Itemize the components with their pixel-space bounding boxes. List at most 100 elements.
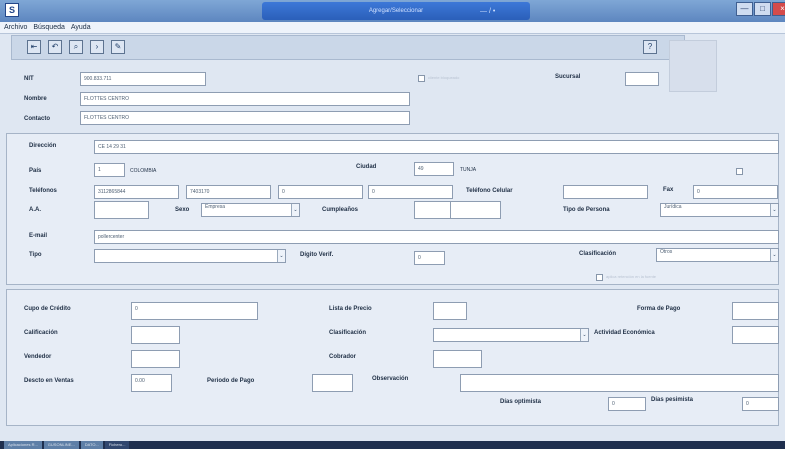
telefonos-label: Teléfonos	[29, 188, 57, 194]
direccion-field[interactable]: CE 14 29 31	[94, 140, 779, 154]
telefono-3-field[interactable]: 0	[278, 185, 363, 199]
contacto-field[interactable]: FLOTTES CENTRO	[80, 111, 410, 125]
minimize-icon[interactable]: —	[736, 2, 753, 16]
help-icon[interactable]: ?	[643, 40, 657, 54]
actividad-economica-field[interactable]	[732, 326, 779, 344]
retencion-checkbox[interactable]	[596, 274, 603, 281]
title-right-glyphs: — / •	[480, 8, 496, 15]
cupo-credito-field[interactable]: 0	[131, 302, 258, 320]
chevron-down-icon: ⌄	[277, 250, 285, 262]
sexo-label: Sexo	[175, 207, 190, 213]
aa-field[interactable]	[94, 201, 149, 219]
fax-field[interactable]: 0	[693, 185, 778, 199]
forma-pago-field[interactable]	[732, 302, 779, 320]
sexo-select-value: Empresa	[205, 204, 226, 210]
nombre-field[interactable]: FLOTTES CENTRO	[80, 92, 410, 106]
vendedor-field[interactable]	[131, 350, 180, 368]
descto-ventas-field[interactable]: 0.00	[131, 374, 172, 392]
email-field[interactable]: pollercenter	[94, 230, 779, 244]
tipo-persona-label: Tipo de Persona	[563, 207, 610, 213]
telefono-1-field[interactable]: 3112865844	[94, 185, 179, 199]
telefono-2-field[interactable]: 7403170	[186, 185, 271, 199]
aa-label: A.A.	[29, 207, 41, 213]
close-icon[interactable]: ×	[772, 2, 785, 16]
menu-bar: Archivo Búsqueda Ayuda	[0, 22, 785, 34]
menu-busqueda[interactable]: Búsqueda	[33, 22, 65, 33]
menu-ayuda[interactable]: Ayuda	[71, 22, 91, 33]
previous-record-icon[interactable]: ↶	[48, 40, 62, 54]
edit-icon[interactable]: ✎	[111, 40, 125, 54]
contacto-label: Contacto	[24, 116, 50, 122]
sucursal-label: Sucursal	[555, 74, 581, 80]
cliente-bloqueado-checkbox[interactable]	[418, 75, 425, 82]
taskbar-tab-3[interactable]: DATO...	[80, 441, 103, 449]
taskbar-tab-4[interactable]: Fichero...	[104, 441, 130, 449]
next-record-icon[interactable]: ›	[90, 40, 104, 54]
menu-archivo[interactable]: Archivo	[4, 22, 27, 33]
sexo-select[interactable]: Empresa ⌄	[201, 203, 300, 217]
pais-label: País	[29, 168, 42, 174]
nit-field[interactable]: 900.833.711	[80, 72, 206, 86]
nit-label: NIT	[24, 76, 34, 82]
cobrador-label: Cobrador	[329, 354, 356, 360]
cumpleanos-day-field[interactable]	[414, 201, 451, 219]
ciudad-label: Ciudad	[356, 164, 377, 170]
chevron-down-icon: ⌄	[770, 249, 778, 261]
taskbar-tab-2[interactable]: GUSONLINE...	[43, 441, 79, 449]
clasificacion-select-value: Otros	[660, 249, 673, 255]
lista-precio-label: Lista de Precio	[329, 306, 372, 312]
ciudad-name: TUNJA	[460, 167, 477, 173]
ciudad-code-field[interactable]: 49	[414, 162, 454, 176]
digito-verif-field[interactable]: 0	[414, 251, 445, 265]
calificacion-label: Calificación	[24, 330, 58, 336]
tipo-persona-value: Jurídica	[664, 204, 682, 210]
fax-label: Fax	[663, 187, 674, 193]
window-controls: — □ ×	[735, 2, 785, 16]
app-icon: S	[5, 3, 19, 17]
chevron-down-icon: ⌄	[770, 204, 778, 216]
cumpleanos-label: Cumpleaños	[322, 207, 359, 213]
periodo-pago-label: Periodo de Pago	[207, 378, 255, 384]
tipo-select[interactable]: ⌄	[94, 249, 286, 263]
calificacion-field[interactable]	[131, 326, 180, 344]
retencion-label: aplica retención en la fuente	[606, 274, 657, 279]
dias-optimista-field[interactable]: 0	[608, 397, 646, 411]
cupo-credito-label: Cupo de Crédito	[24, 306, 71, 312]
tipo-label: Tipo	[29, 252, 42, 258]
email-label: E-mail	[29, 233, 48, 239]
search-icon[interactable]: ⌕	[69, 40, 83, 54]
periodo-pago-field[interactable]	[312, 374, 353, 392]
first-record-icon[interactable]: ⇤	[27, 40, 41, 54]
taskbar-tab-1[interactable]: Aplicaciones R...	[4, 441, 42, 449]
forma-pago-label: Forma de Pago	[637, 306, 681, 312]
observacion-field[interactable]	[460, 374, 779, 392]
telefono-celular-field[interactable]	[563, 185, 648, 199]
lista-precio-field[interactable]	[433, 302, 467, 320]
dias-optimista-label: Días optimista	[500, 399, 542, 405]
taskbar: Aplicaciones R... GUSONLINE... DATO... F…	[0, 441, 785, 449]
side-checkbox[interactable]	[736, 168, 743, 175]
telefono-celular-label: Teléfono Celular	[466, 188, 513, 194]
pais-code-field[interactable]: 1	[94, 163, 125, 177]
clasificacion-label: Clasificación	[579, 251, 617, 257]
nombre-label: Nombre	[24, 96, 47, 102]
pais-name: COLOMBIA	[130, 168, 157, 174]
cumpleanos-date-field[interactable]	[450, 201, 501, 219]
digito-verif-label: Dígito Verif.	[300, 252, 334, 258]
chevron-down-icon: ⌄	[580, 329, 588, 341]
actividad-economica-label: Actividad Económica	[594, 330, 655, 336]
telefono-4-field[interactable]: 0	[368, 185, 453, 199]
sucursal-field[interactable]	[625, 72, 659, 86]
dias-pesimista-label: Días pesimista	[651, 397, 694, 403]
vendedor-label: Vendedor	[24, 354, 52, 360]
tipo-persona-select[interactable]: Jurídica ⌄	[660, 203, 779, 217]
maximize-icon[interactable]: □	[754, 2, 771, 16]
dias-pesimista-field[interactable]: 0	[742, 397, 779, 411]
chevron-down-icon: ⌄	[291, 204, 299, 216]
direccion-label: Dirección	[29, 143, 57, 149]
clasificacion-select[interactable]: Otros ⌄	[656, 248, 779, 262]
photo-box	[669, 40, 717, 92]
cobrador-field[interactable]	[433, 350, 482, 368]
clasificacion-credito-select[interactable]: ⌄	[433, 328, 589, 342]
cliente-bloqueado-label: cliente bloqueado	[428, 75, 460, 80]
